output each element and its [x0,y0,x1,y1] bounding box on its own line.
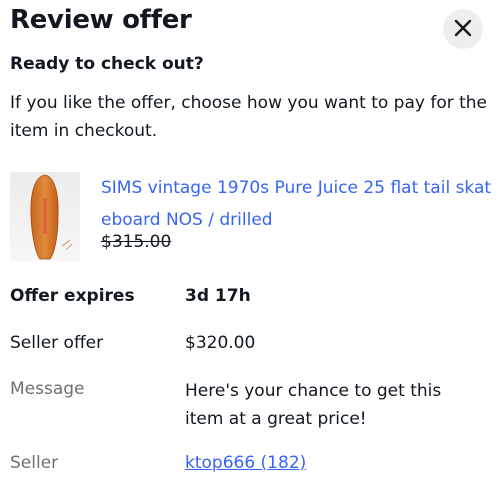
original-price: $315.00 [101,232,172,252]
message-label: Message [10,379,85,399]
checkout-subheading: Ready to check out? [10,54,204,74]
skateboard-image[interactable] [10,172,80,261]
close-button[interactable] [443,9,483,49]
offer-expires-value: 3d 17h [185,286,251,306]
page-title: Review offer [10,5,192,35]
seller-offer-value: $320.00 [185,333,256,353]
item-title-link[interactable]: SIMS vintage 1970s Pure Juice 25 flat ta… [101,172,501,236]
seller-link[interactable]: ktop666 (182) [185,453,306,473]
message-value: Here's your chance to get this item at a… [185,381,442,429]
offer-expires-label: Offer expires [10,286,135,306]
intro-text: If you like the offer, choose how you wa… [10,93,488,141]
seller-label: Seller [10,453,59,473]
seller-offer-label: Seller offer [10,333,104,353]
close-icon [454,19,472,40]
